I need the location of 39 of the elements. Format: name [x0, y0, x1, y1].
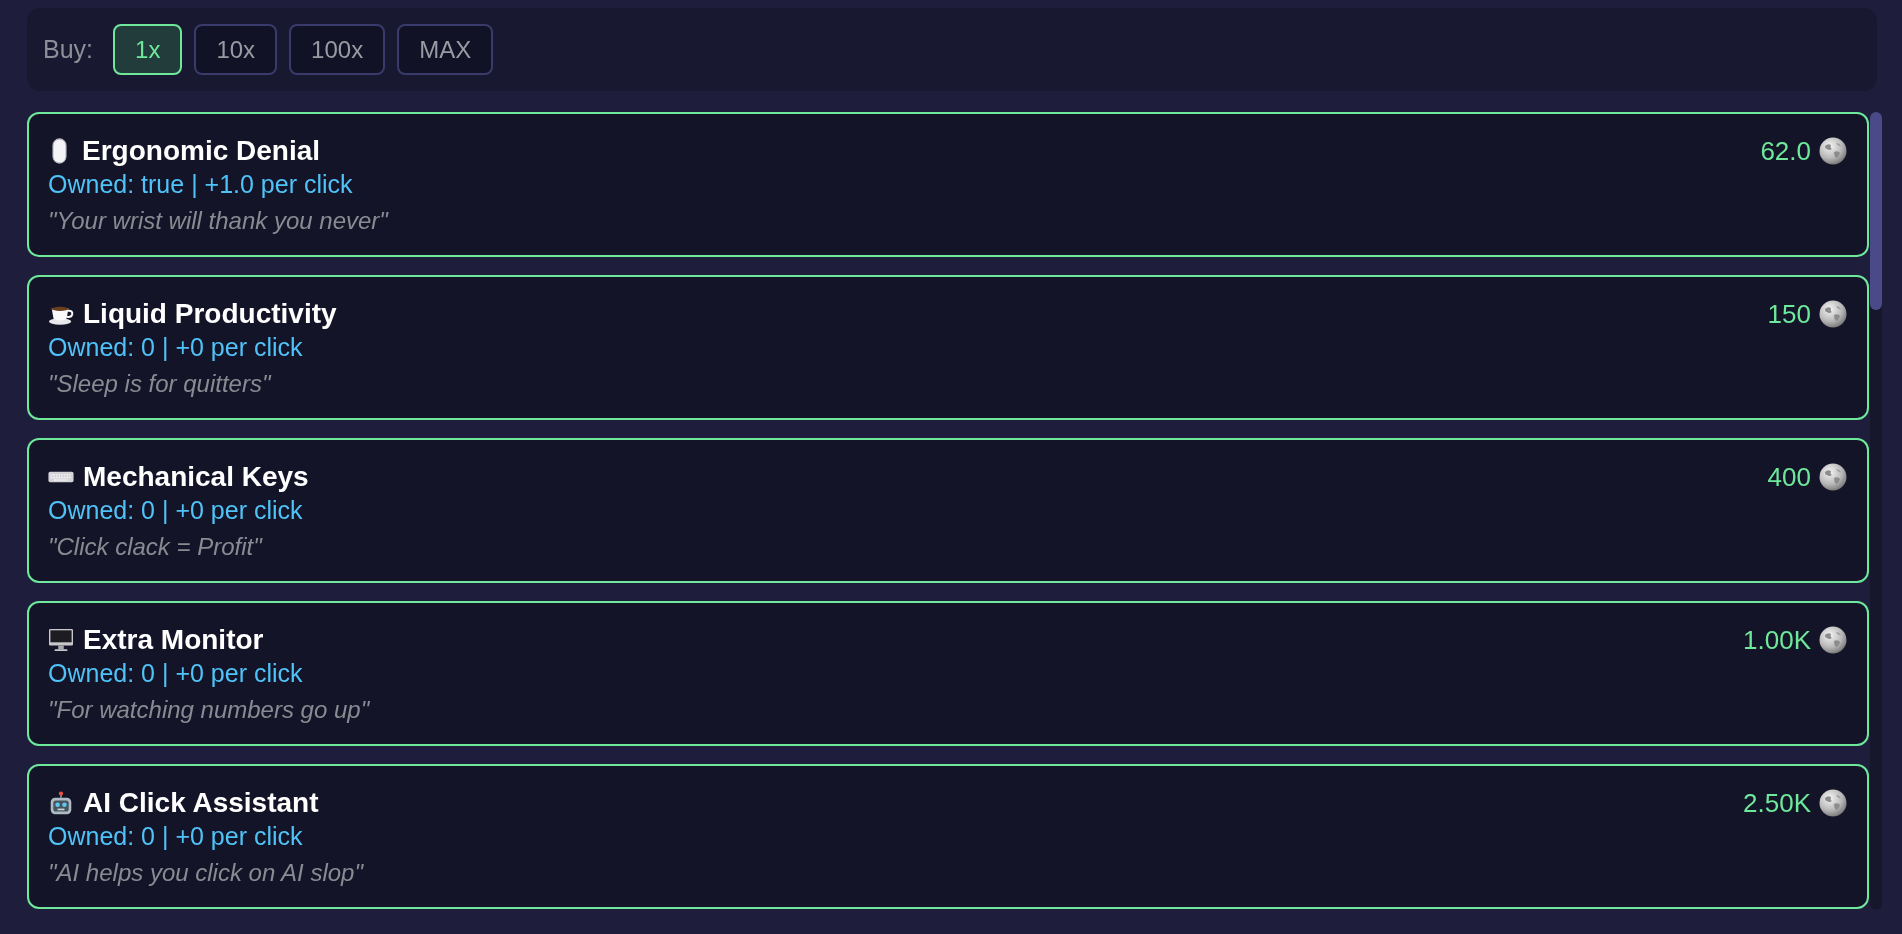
- upgrade-quote: "For watching numbers go up": [48, 695, 371, 725]
- monitor-icon: [48, 628, 74, 652]
- coin-icon: [1819, 789, 1847, 817]
- upgrade-price: 150: [1767, 298, 1811, 331]
- coin-icon: [1819, 626, 1847, 654]
- upgrade-stats: Owned: 0 | +0 per click: [48, 658, 304, 689]
- upgrade-price: 400: [1767, 461, 1811, 494]
- upgrade-title: Liquid Productivity: [83, 297, 337, 331]
- upgrade-title: Mechanical Keys: [83, 460, 309, 494]
- upgrade-price: 62.0: [1760, 135, 1811, 168]
- buy-amount-button[interactable]: 100x: [289, 24, 386, 75]
- upgrade-title: AI Click Assistant: [83, 786, 319, 820]
- coin-icon: [1819, 463, 1847, 491]
- buy-amount-button[interactable]: 1x: [113, 24, 183, 75]
- upgrade-card[interactable]: Liquid Productivity 150 Owned: 0 | +0 per click "Sleep is for quitters": [27, 275, 1869, 420]
- upgrade-card[interactable]: AI Click Assistant 2.50K Owned: 0 | +0 per click "AI helps you click on AI slop": [27, 764, 1869, 909]
- coin-icon: [1819, 137, 1847, 165]
- upgrade-card[interactable]: Ergonomic Denial 62.0 Owned: true | +1.0 per click "Your wrist will thank you never": [27, 112, 1869, 257]
- buy-amount-button[interactable]: 10x: [194, 24, 278, 75]
- upgrade-stats: Owned: 0 | +0 per click: [48, 821, 304, 852]
- buy-label: Buy:: [43, 35, 94, 64]
- robot-icon: [48, 791, 74, 815]
- upgrade-title: Extra Monitor: [83, 623, 264, 657]
- upgrade-stats: Owned: 0 | +0 per click: [48, 495, 304, 526]
- coin-icon: [1819, 300, 1847, 328]
- mouse-icon: [52, 138, 67, 164]
- upgrade-quote: "Click clack = Profit": [48, 532, 264, 562]
- upgrade-quote: "AI helps you click on AI slop": [48, 858, 365, 888]
- upgrade-stats: Owned: true | +1.0 per click: [48, 169, 354, 200]
- buy-amount-button[interactable]: MAX: [397, 24, 494, 75]
- upgrade-quote: "Your wrist will thank you never": [48, 206, 390, 236]
- upgrade-quote: "Sleep is for quitters": [48, 369, 273, 399]
- upgrade-title: Ergonomic Denial: [82, 134, 321, 168]
- upgrade-price: 2.50K: [1743, 787, 1811, 820]
- upgrade-card[interactable]: Mechanical Keys 400 Owned: 0 | +0 per click "Click clack = Profit": [27, 438, 1869, 583]
- upgrade-stats: Owned: 0 | +0 per click: [48, 332, 304, 363]
- upgrade-price: 1.00K: [1743, 624, 1811, 657]
- scrollbar-thumb[interactable]: [1870, 112, 1882, 310]
- upgrade-card[interactable]: Extra Monitor 1.00K Owned: 0 | +0 per click "For watching numbers go up": [27, 601, 1869, 746]
